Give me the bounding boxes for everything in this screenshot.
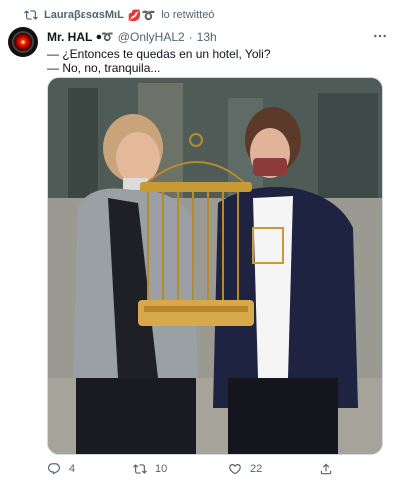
like-button[interactable]: 22 xyxy=(228,462,262,476)
retweet-icon xyxy=(24,8,38,22)
tweet-actions: 4 10 22 xyxy=(47,461,337,477)
author-name[interactable]: Mr. HAL xyxy=(47,30,92,44)
author-name-emoji: ⏺➰ xyxy=(96,31,114,43)
share-button[interactable] xyxy=(319,462,333,476)
reply-count: 4 xyxy=(69,463,76,475)
tweet[interactable]: LauraβεsαsMιL 💋➰ lo retwitteó Mr. HAL ⏺➰… xyxy=(0,0,406,481)
retweet-context: LauraβεsαsMιL 💋➰ lo retwitteó xyxy=(24,7,214,23)
hal-eye-avatar-image xyxy=(14,33,32,51)
retweet-icon xyxy=(133,462,147,476)
retweeted-label: lo retwitteó xyxy=(161,9,215,21)
heart-icon xyxy=(228,462,242,476)
avatar[interactable] xyxy=(8,27,38,57)
tweet-text: — ¿Entonces te quedas en un hotel, Yoli?… xyxy=(47,47,387,75)
more-icon[interactable] xyxy=(372,28,388,44)
like-count: 22 xyxy=(250,463,263,475)
tweet-time[interactable]: 13h xyxy=(197,30,217,44)
separator-dot: · xyxy=(188,30,193,44)
reply-button[interactable]: 4 xyxy=(47,462,75,476)
retweet-count: 10 xyxy=(155,463,168,475)
share-icon xyxy=(319,462,333,476)
tweet-header: Mr. HAL ⏺➰ @OnlyHAL2 · 13h xyxy=(47,29,217,45)
retweeter-emoji: 💋➰ xyxy=(127,9,156,22)
reply-icon xyxy=(47,462,61,476)
tweet-text-line: — No, no, tranquila... xyxy=(47,61,161,75)
photo-illustration xyxy=(48,78,382,454)
tweet-photo[interactable] xyxy=(47,77,383,455)
retweet-button[interactable]: 10 xyxy=(133,462,167,476)
author-handle[interactable]: @OnlyHAL2 xyxy=(118,30,185,44)
tweet-text-line: — ¿Entonces te quedas en un hotel, Yoli? xyxy=(47,47,271,61)
retweeter-name[interactable]: LauraβεsαsMιL xyxy=(44,9,124,21)
